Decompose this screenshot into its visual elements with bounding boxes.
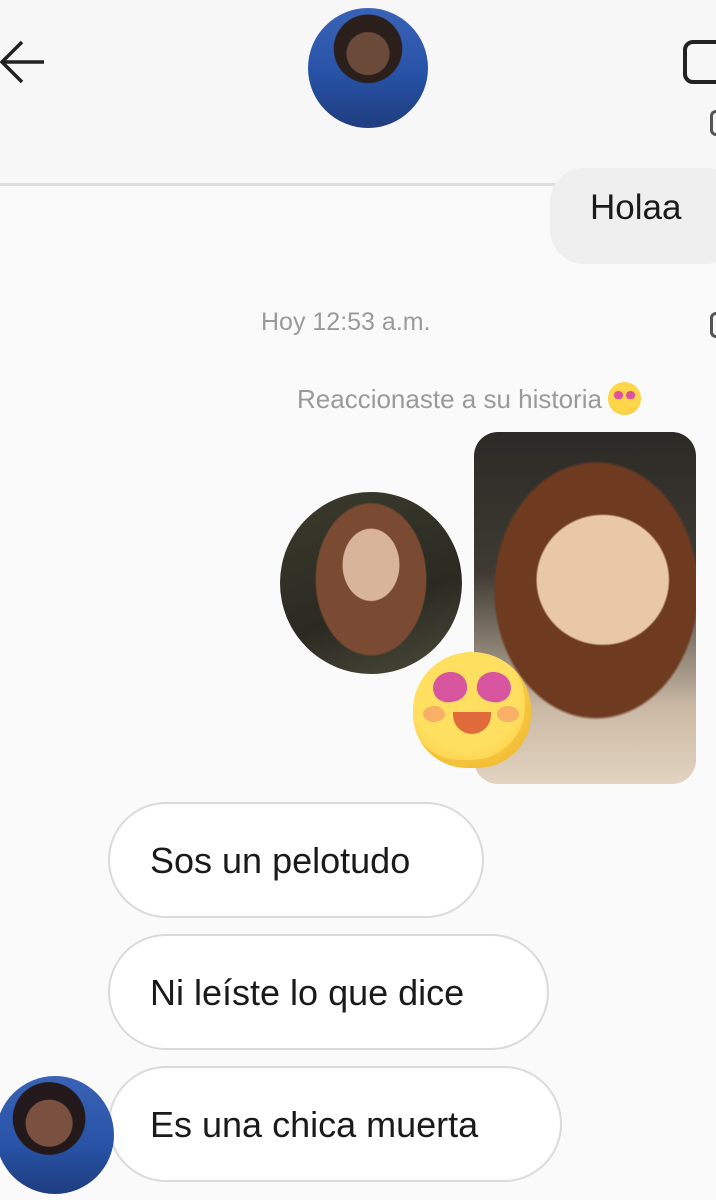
- direct-message-screen: Holaa Hoy 12:53 a.m. Reaccionaste a su h…: [0, 0, 716, 1200]
- heart-eye-right: [474, 669, 514, 705]
- received-message-text: Es una chica muerta: [150, 1104, 479, 1145]
- heart-eyes-emoji-icon: [413, 652, 531, 768]
- cheek-right: [497, 706, 519, 722]
- heart-eyes-emoji-icon: [607, 382, 641, 415]
- heart-eye-left: [430, 669, 470, 705]
- contact-avatar[interactable]: [308, 8, 428, 128]
- sent-message-text: Holaa: [590, 188, 682, 227]
- cheek-left: [423, 706, 445, 722]
- received-message-bubble[interactable]: Sos un pelotudo: [108, 802, 484, 918]
- received-message-bubble[interactable]: Ni leíste lo que dice: [108, 934, 549, 1050]
- arrow-left-icon: [0, 40, 44, 84]
- chat-header: [0, 0, 716, 186]
- back-button[interactable]: [0, 34, 50, 90]
- received-message-text: Ni leíste lo que dice: [150, 972, 465, 1013]
- sent-message-bubble[interactable]: Holaa: [550, 168, 716, 264]
- video-call-icon: [683, 40, 716, 84]
- message-timestamp: Hoy 12:53 a.m.: [261, 308, 431, 336]
- story-reaction-label: Reaccionaste a su historia: [297, 384, 602, 414]
- video-call-button[interactable]: [682, 38, 716, 88]
- story-owner-avatar[interactable]: [280, 492, 462, 674]
- edge-glyph: [710, 110, 716, 136]
- received-message-bubble[interactable]: Es una chica muerta: [108, 1066, 562, 1182]
- smile: [453, 712, 491, 734]
- story-reaction-note: Reaccionaste a su historia: [297, 382, 641, 415]
- received-message-text: Sos un pelotudo: [150, 840, 411, 881]
- sender-avatar[interactable]: [0, 1076, 114, 1194]
